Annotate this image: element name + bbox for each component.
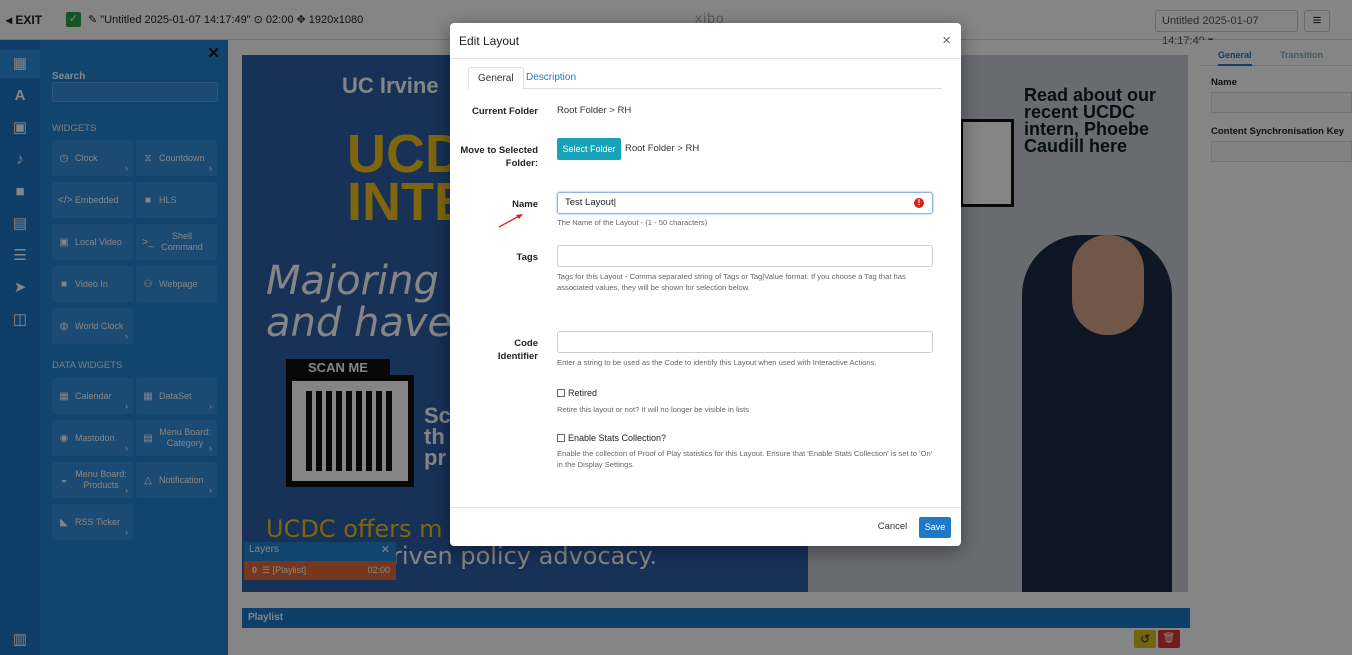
tags-input[interactable]	[557, 245, 933, 267]
tab-description[interactable]: Description	[526, 67, 576, 89]
retired-label: Retired	[568, 388, 598, 398]
enable-stats-hint: Enable the collection of Proof of Play s…	[557, 449, 933, 469]
close-icon[interactable]: ×	[942, 32, 951, 49]
divider	[450, 507, 961, 508]
dialog-title: Edit Layout	[459, 34, 520, 48]
save-button[interactable]: Save	[919, 517, 951, 538]
dialog-tabs: General Description	[468, 67, 942, 90]
checkbox-icon	[557, 389, 565, 397]
enable-stats-checkbox[interactable]: Enable Stats Collection?	[557, 433, 666, 443]
code-identifier-label: Code Identifier	[497, 338, 538, 362]
select-folder-button[interactable]: Select Folder	[557, 138, 621, 160]
name-value: Test Layout	[565, 197, 614, 208]
code-identifier-hint: Enter a string to be used as the Code to…	[557, 358, 877, 367]
name-input[interactable]: Test Layout| !	[557, 192, 933, 214]
divider	[450, 58, 961, 59]
tags-label: Tags	[516, 252, 538, 263]
retired-hint: Retire this layout or not? It will no lo…	[557, 405, 750, 414]
move-folder-value: Root Folder > RH	[625, 143, 700, 154]
code-identifier-input[interactable]	[557, 331, 933, 353]
tab-general[interactable]: General	[468, 67, 524, 90]
retired-checkbox[interactable]: Retired	[557, 388, 597, 398]
name-hint: The Name of the Layout - (1 - 50 charact…	[557, 218, 708, 227]
move-folder-label: Move to Selected Folder:	[460, 145, 538, 169]
annotation-arrow-icon	[498, 214, 523, 228]
current-folder-value: Root Folder > RH	[557, 105, 632, 116]
error-icon: !	[914, 198, 924, 208]
name-label: Name	[512, 199, 538, 210]
tags-hint: Tags for this Layout - Comma separated s…	[557, 272, 906, 292]
edit-layout-dialog: Edit Layout × General Description Curren…	[450, 23, 961, 546]
cancel-button[interactable]: Cancel	[875, 518, 910, 536]
current-folder-label: Current Folder	[472, 106, 538, 117]
checkbox-icon	[557, 434, 565, 442]
enable-stats-label: Enable Stats Collection?	[568, 433, 667, 443]
